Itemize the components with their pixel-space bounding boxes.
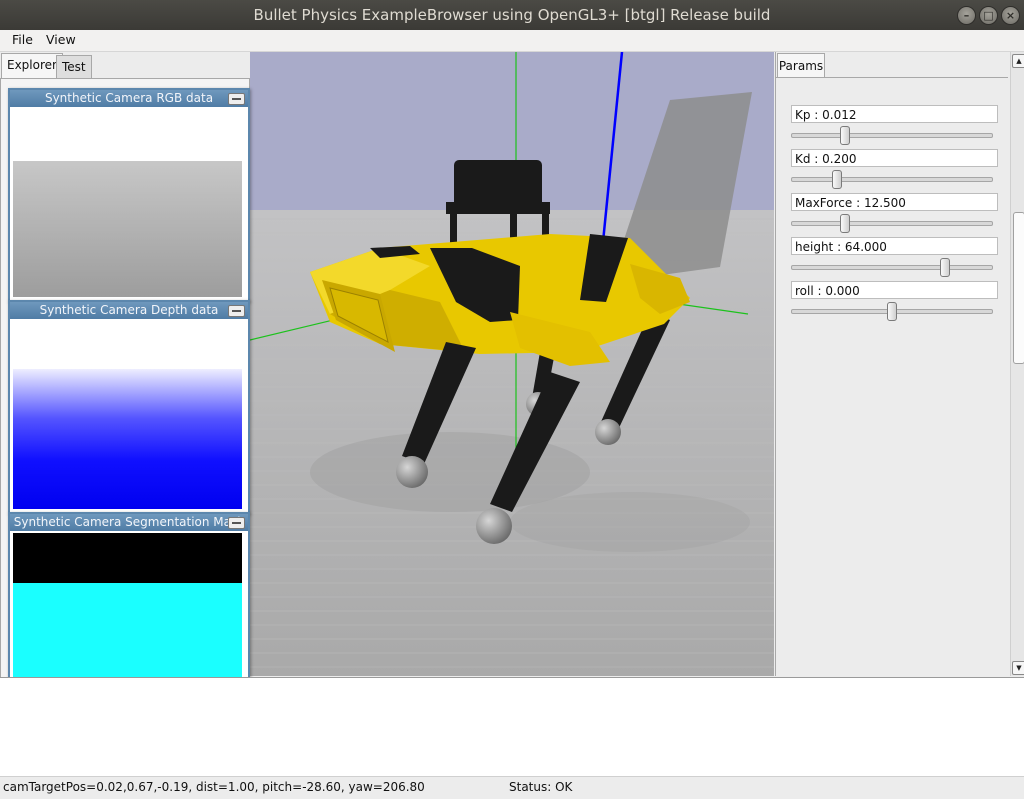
scroll-down-icon[interactable]: ▼	[1012, 661, 1024, 675]
window-controls: – □ ×	[957, 6, 1020, 25]
param-kd-slider[interactable]	[791, 170, 993, 189]
menu-bar: File View	[0, 30, 1024, 52]
camera-status-text: camTargetPos=0.02,0.67,-0.19, dist=1.00,…	[3, 780, 425, 794]
minimize-icon[interactable]	[228, 305, 245, 317]
params-content: Kp : 0.012 Kd : 0.200 MaxForce : 12.500 …	[776, 77, 1008, 676]
minimize-button[interactable]: –	[957, 6, 976, 25]
maximize-button[interactable]: □	[979, 6, 998, 25]
param-maxforce-thumb[interactable]	[840, 214, 850, 233]
tab-params[interactable]: Params	[777, 53, 825, 78]
param-roll-thumb[interactable]	[887, 302, 897, 321]
camera-depth-title: Synthetic Camera Depth data	[39, 303, 219, 317]
minimize-icon[interactable]	[228, 517, 245, 529]
camera-depth-image	[13, 321, 242, 509]
camera-segmentation-header[interactable]: Synthetic Camera Segmentation Mask	[10, 514, 248, 531]
param-height-slider[interactable]	[791, 258, 993, 277]
console-output[interactable]	[0, 677, 1024, 776]
scene-render	[250, 52, 774, 676]
camera-rgb-window[interactable]: Synthetic Camera RGB data	[8, 88, 250, 302]
explorer-panel: Explorer Test Synthetic Camera RGB data …	[0, 52, 250, 740]
camera-depth-window[interactable]: Synthetic Camera Depth data	[8, 300, 250, 514]
camera-rgb-header[interactable]: Synthetic Camera RGB data	[10, 90, 248, 107]
param-kp-thumb[interactable]	[840, 126, 850, 145]
tab-explorer[interactable]: Explorer	[1, 53, 63, 78]
param-height-thumb[interactable]	[940, 258, 950, 277]
camera-rgb-image	[13, 109, 242, 297]
param-roll-field[interactable]: roll : 0.000	[791, 281, 998, 299]
3d-viewport[interactable]	[250, 52, 774, 676]
tab-test[interactable]: Test	[56, 55, 92, 78]
window-titlebar: Bullet Physics ExampleBrowser using Open…	[0, 0, 1024, 30]
scroll-thumb[interactable]	[1013, 212, 1024, 364]
minimize-icon[interactable]	[228, 93, 245, 105]
menu-view[interactable]: View	[46, 32, 76, 47]
params-panel: Params Kp : 0.012 Kd : 0.200 MaxForce : …	[775, 52, 1024, 676]
param-kp-slider[interactable]	[791, 126, 993, 145]
close-button[interactable]: ×	[1001, 6, 1020, 25]
camera-rgb-title: Synthetic Camera RGB data	[44, 91, 214, 105]
status-bar: camTargetPos=0.02,0.67,-0.19, dist=1.00,…	[0, 776, 1024, 799]
param-maxforce-slider[interactable]	[791, 214, 993, 233]
camera-segmentation-title: Synthetic Camera Segmentation Mask	[13, 515, 245, 529]
param-kd-thumb[interactable]	[832, 170, 842, 189]
scroll-up-icon[interactable]: ▲	[1012, 54, 1024, 68]
window-title: Bullet Physics ExampleBrowser using Open…	[253, 6, 771, 24]
status-text: Status: OK	[509, 780, 573, 794]
param-kd-field[interactable]: Kd : 0.200	[791, 149, 998, 167]
camera-depth-header[interactable]: Synthetic Camera Depth data	[10, 302, 248, 319]
param-maxforce-field[interactable]: MaxForce : 12.500	[791, 193, 998, 211]
param-roll-slider[interactable]	[791, 302, 993, 321]
param-height-field[interactable]: height : 64.000	[791, 237, 998, 255]
params-scrollbar[interactable]: ▲ ▼	[1010, 52, 1024, 676]
menu-file[interactable]: File	[12, 32, 33, 47]
param-kp-field[interactable]: Kp : 0.012	[791, 105, 998, 123]
